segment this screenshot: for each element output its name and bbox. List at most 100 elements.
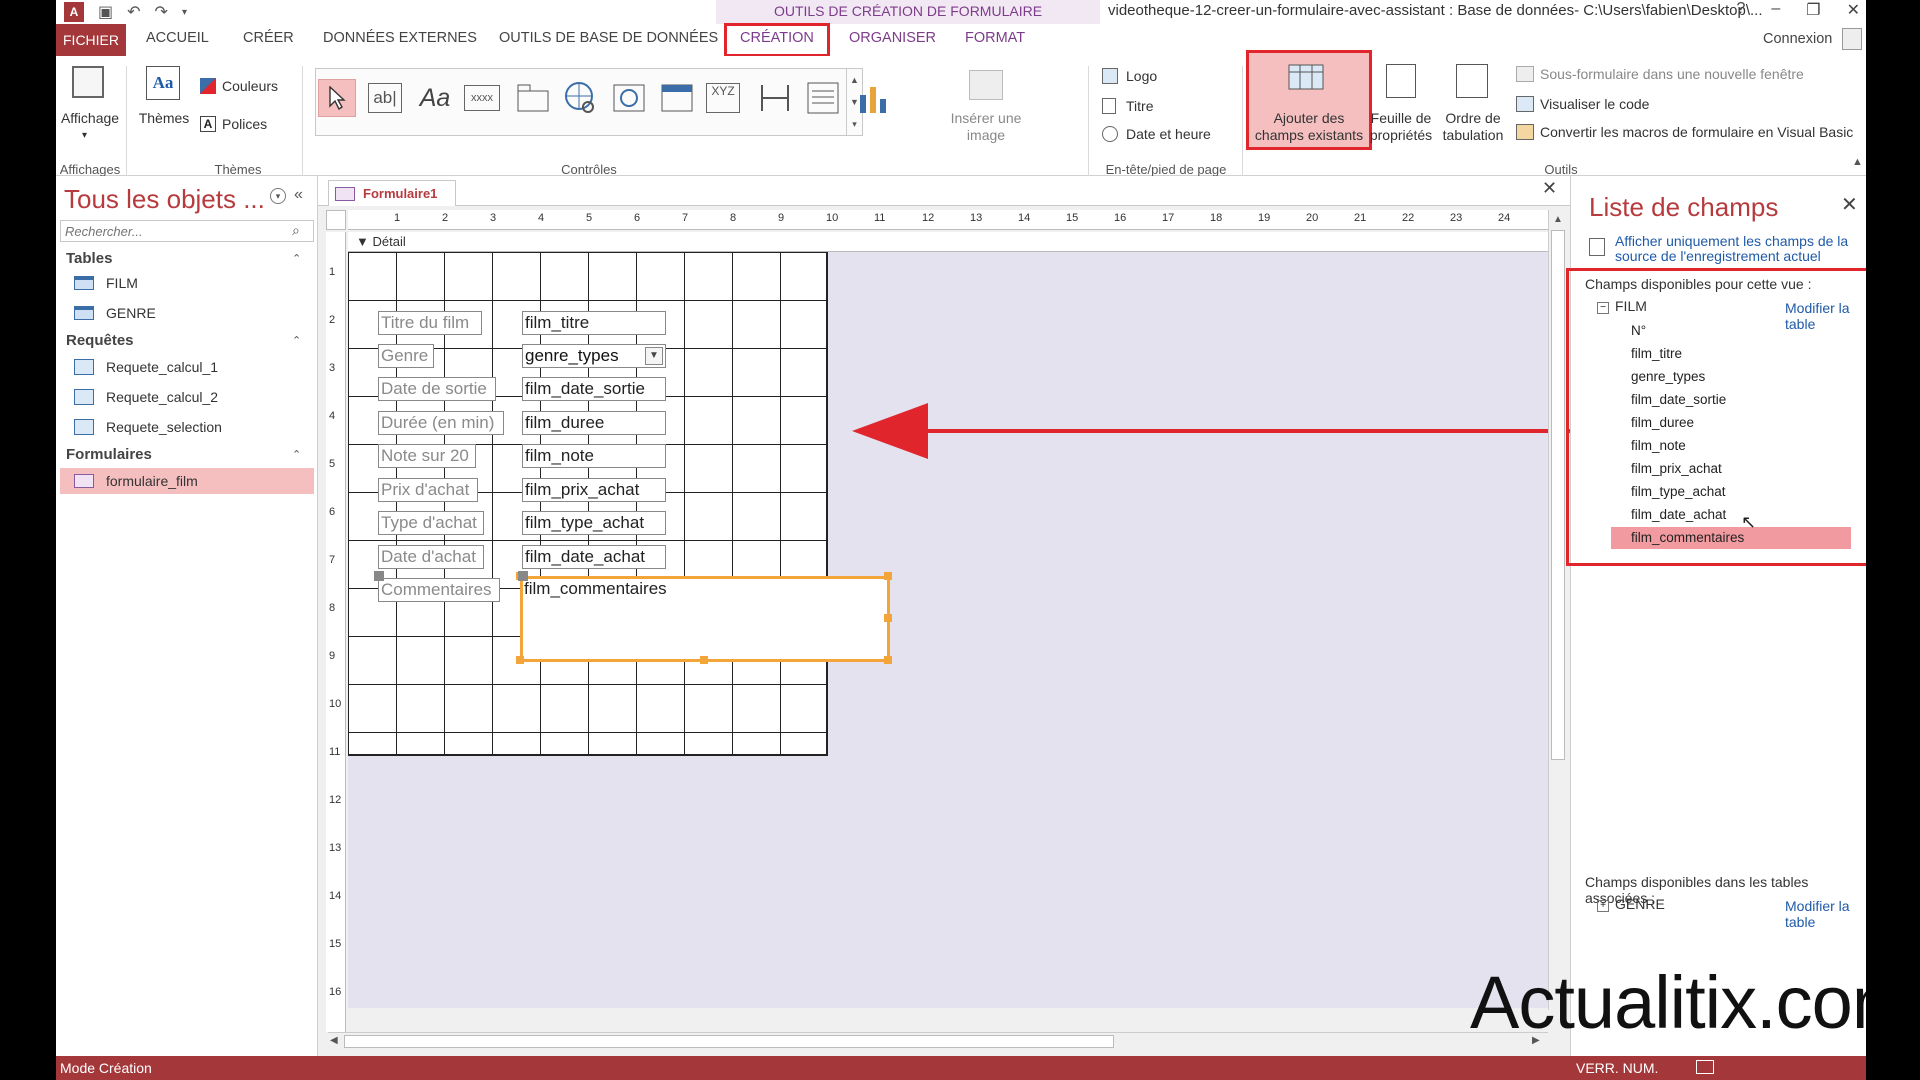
themes-icon[interactable]: Aa: [146, 66, 180, 100]
field-genre-types[interactable]: genre_types ▼: [522, 344, 666, 368]
colors-icon[interactable]: [200, 78, 216, 94]
fieldlist-item[interactable]: N°: [1611, 320, 1851, 342]
nav-title[interactable]: Tous les objets ...: [64, 184, 265, 215]
label-control-icon[interactable]: Aa: [416, 79, 454, 117]
tab-accueil[interactable]: ACCUEIL: [146, 30, 209, 46]
label-titre-du-film[interactable]: Titre du film: [378, 311, 482, 335]
nav-item-formulaire-film[interactable]: formulaire_film: [60, 468, 314, 494]
feuille-proprietes-button[interactable]: Feuille de propriétés: [1368, 110, 1434, 144]
resize-handle[interactable]: [884, 614, 892, 622]
sous-formulaire-button[interactable]: Sous-formulaire dans une nouvelle fenêtr…: [1540, 66, 1804, 83]
field-film-date-achat[interactable]: film_date_achat: [522, 545, 666, 569]
page-break-icon[interactable]: [756, 79, 794, 117]
convert-macros-icon[interactable]: [1516, 124, 1534, 140]
fieldlist-table-film[interactable]: FILM: [1615, 298, 1647, 314]
fieldlist-item[interactable]: film_type_achat: [1611, 481, 1851, 503]
date-heure-button[interactable]: Date et heure: [1126, 126, 1211, 143]
date-time-icon[interactable]: [1102, 126, 1118, 142]
close-document-icon[interactable]: ✕: [1542, 178, 1557, 199]
affichage-dropdown-icon[interactable]: ▾: [82, 130, 87, 142]
close-window-icon[interactable]: ✕: [1847, 0, 1860, 20]
fieldlist-item[interactable]: film_note: [1611, 435, 1851, 457]
show-only-current-source-link[interactable]: Afficher uniquement les champs de la sou…: [1615, 233, 1855, 265]
tab-donnees-externes[interactable]: DONNÉES EXTERNES: [323, 30, 477, 46]
help-icon[interactable]: ?: [1736, 0, 1745, 20]
collapse-forms-icon[interactable]: ⌃: [292, 448, 301, 461]
minimize-icon[interactable]: –: [1771, 0, 1780, 20]
resize-handle[interactable]: [884, 572, 892, 580]
nav-section-tables[interactable]: Tables: [66, 250, 112, 267]
nav-item-genre[interactable]: GENRE: [60, 300, 314, 326]
label-type-achat[interactable]: Type d'achat: [378, 511, 484, 535]
collapse-film-icon[interactable]: −: [1597, 302, 1609, 314]
vertical-scroll-thumb[interactable]: [1551, 230, 1565, 760]
affichage-button[interactable]: Affichage: [56, 110, 124, 127]
filter-icon[interactable]: [1589, 238, 1605, 256]
horizontal-scrollbar[interactable]: ◀ ▶: [328, 1032, 1548, 1050]
fieldlist-item[interactable]: film_duree: [1611, 412, 1851, 434]
document-tab-formulaire1[interactable]: Formulaire1: [328, 180, 457, 206]
add-fields-icon[interactable]: [1288, 64, 1324, 90]
label-duree[interactable]: Durée (en min): [378, 411, 504, 435]
subform-icon[interactable]: [804, 79, 842, 117]
fieldlist-table-genre[interactable]: GENRE: [1615, 896, 1665, 912]
themes-button[interactable]: Thèmes: [137, 110, 191, 127]
nav-item-requete-calcul-1[interactable]: Requete_calcul_1: [60, 354, 314, 380]
fieldlist-item[interactable]: film_date_sortie: [1611, 389, 1851, 411]
resize-handle[interactable]: [700, 656, 708, 664]
label-date-achat[interactable]: Date d'achat: [378, 545, 484, 569]
label-date-de-sortie[interactable]: Date de sortie: [378, 377, 496, 401]
logo-button[interactable]: Logo: [1126, 68, 1157, 85]
field-film-duree[interactable]: film_duree: [522, 411, 666, 435]
nav-search-input[interactable]: [60, 220, 314, 242]
customize-qat-icon[interactable]: ▾: [182, 7, 187, 18]
nav-section-formulaires[interactable]: Formulaires: [66, 446, 152, 463]
inserer-image-button[interactable]: Insérer une image: [946, 110, 1026, 144]
collapse-tables-icon[interactable]: ⌃: [292, 252, 301, 265]
nav-item-requete-selection[interactable]: Requete_selection: [60, 414, 314, 440]
ordre-tabulation-button[interactable]: Ordre de tabulation: [1440, 110, 1506, 144]
collapse-ribbon-icon[interactable]: ▲: [1852, 156, 1863, 168]
view-code-icon[interactable]: [1516, 96, 1534, 112]
save-icon[interactable]: ▣: [98, 2, 113, 22]
tab-format[interactable]: FORMAT: [965, 30, 1025, 46]
close-field-list-icon[interactable]: ✕: [1841, 192, 1858, 217]
ajouter-champs-button[interactable]: Ajouter des champs existants: [1252, 110, 1366, 144]
search-icon[interactable]: ⌕: [292, 222, 300, 239]
fieldlist-item[interactable]: film_prix_achat: [1611, 458, 1851, 480]
form-view-icon[interactable]: [1696, 1060, 1714, 1074]
combo-dropdown-icon[interactable]: ▼: [645, 347, 663, 365]
scroll-left-icon[interactable]: ◀: [330, 1035, 338, 1046]
field-film-type-achat[interactable]: film_type_achat: [522, 511, 666, 535]
undo-icon[interactable]: ↶: [127, 2, 140, 22]
horizontal-scroll-thumb[interactable]: [344, 1035, 1114, 1048]
tab-outils-bdd[interactable]: OUTILS DE BASE DE DONNÉES: [499, 30, 718, 46]
label-genre[interactable]: Genre: [378, 344, 434, 368]
hyperlink-control-icon[interactable]: [562, 79, 600, 117]
form-selector[interactable]: [326, 210, 346, 230]
field-film-titre[interactable]: film_titre: [522, 311, 666, 335]
collapse-queries-icon[interactable]: ⌃: [292, 334, 301, 347]
label-note-sur-20[interactable]: Note sur 20: [378, 444, 476, 468]
property-sheet-icon[interactable]: [1386, 64, 1416, 98]
label-commentaires[interactable]: Commentaires: [378, 578, 500, 602]
logo-icon[interactable]: [1102, 68, 1118, 84]
fonts-icon[interactable]: A: [200, 116, 216, 132]
resize-handle[interactable]: [884, 656, 892, 664]
title-icon[interactable]: [1102, 98, 1116, 114]
subform-window-icon[interactable]: [1516, 66, 1534, 82]
fieldlist-item[interactable]: film_titre: [1611, 343, 1851, 365]
field-film-prix-achat[interactable]: film_prix_achat: [522, 478, 666, 502]
detail-section-bar[interactable]: ▼ Détail: [348, 232, 1552, 252]
tab-creer[interactable]: CRÉER: [243, 30, 294, 46]
option-group-icon[interactable]: XYZ: [706, 83, 740, 113]
tab-control-icon[interactable]: [514, 79, 552, 117]
nav-item-film[interactable]: FILM: [60, 270, 314, 296]
scroll-up-icon[interactable]: ▲: [1553, 214, 1563, 225]
view-icon[interactable]: [72, 66, 104, 98]
convertir-macros-button[interactable]: Convertir les macros de formulaire en Vi…: [1540, 124, 1853, 141]
gallery-scroll-icon[interactable]: ▲ ▼ ▾: [846, 69, 862, 135]
move-handle[interactable]: [518, 571, 528, 581]
tab-organiser[interactable]: ORGANISER: [849, 30, 936, 46]
related-edit-table-link[interactable]: Modifier la table: [1785, 898, 1866, 930]
